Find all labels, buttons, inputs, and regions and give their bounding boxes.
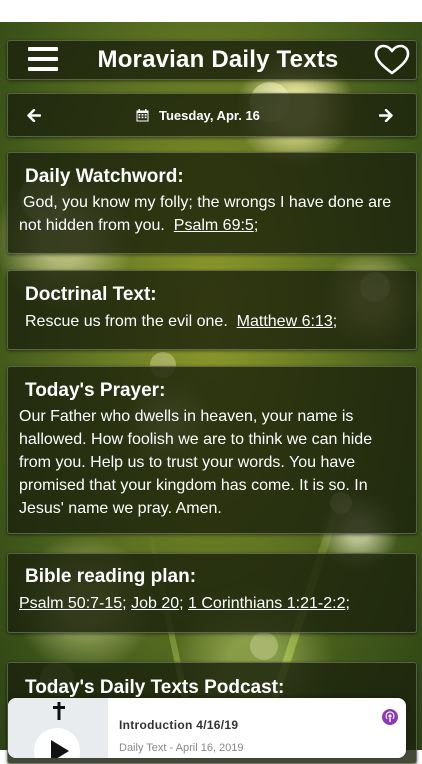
reading-plan-heading: Bible reading plan: xyxy=(25,566,197,587)
doctrinal-card: Doctrinal Text: Rescue us from the evil … xyxy=(7,270,417,350)
menu-icon[interactable] xyxy=(28,46,58,72)
watchword-card: Daily Watchword: God, you know my folly;… xyxy=(7,152,417,254)
arrow-right-icon xyxy=(379,108,393,122)
date-navigation: Tuesday, Apr. 16 xyxy=(7,93,417,137)
reading-link[interactable]: Psalm 50:7-15 xyxy=(19,595,122,612)
prayer-card: Today's Prayer: Our Father who dwells in… xyxy=(7,366,417,534)
previous-day-button[interactable] xyxy=(14,94,54,136)
doctrinal-text: Rescue us from the evil one. Matthew 6:1… xyxy=(25,310,413,333)
podcast-heading: Today's Daily Texts Podcast: xyxy=(25,677,285,698)
watchword-separator: ; xyxy=(253,217,259,234)
play-icon xyxy=(51,740,69,758)
doctrinal-verse: Rescue us from the evil one. xyxy=(25,313,228,330)
date-picker[interactable]: Tuesday, Apr. 16 xyxy=(136,94,260,136)
podcast-player[interactable]: Introduction 4/16/19 Daily Text - April … xyxy=(8,698,406,758)
reading-plan-links: Psalm 50:7-15; Job 20; 1 Corinthians 1:2… xyxy=(19,595,350,612)
watchword-reference-link[interactable]: Psalm 69:5 xyxy=(174,217,254,234)
app-title: Moravian Daily Texts xyxy=(97,46,339,73)
watchword-text: God, you know my folly; the wrongs I hav… xyxy=(19,191,407,237)
episode-subtitle: Daily Text - April 16, 2019 xyxy=(119,742,244,754)
episode-title: Introduction 4/16/19 xyxy=(119,718,239,732)
reading-link[interactable]: 1 Corinthians 1:21-2:2 xyxy=(188,595,345,612)
prayer-heading: Today's Prayer: xyxy=(25,380,166,401)
episode-thumbnail xyxy=(8,698,108,758)
doctrinal-heading: Doctrinal Text: xyxy=(25,284,157,305)
next-day-button[interactable] xyxy=(366,94,406,136)
podcast-icon[interactable] xyxy=(382,709,398,725)
status-bar xyxy=(0,0,422,22)
arrow-left-icon xyxy=(27,108,41,122)
app-header: Moravian Daily Texts xyxy=(7,40,417,80)
calendar-icon xyxy=(136,108,149,121)
doctrinal-reference-link[interactable]: Matthew 6:13 xyxy=(237,313,333,330)
watchword-heading: Daily Watchword: xyxy=(25,166,184,187)
reading-plan-card: Bible reading plan: Psalm 50:7-15; Job 2… xyxy=(7,553,417,633)
heart-icon[interactable] xyxy=(374,44,410,76)
play-button[interactable] xyxy=(34,728,80,758)
doctrinal-separator: ; xyxy=(332,313,338,330)
reading-link[interactable]: Job 20 xyxy=(131,595,179,612)
current-date: Tuesday, Apr. 16 xyxy=(159,107,260,123)
prayer-text: Our Father who dwells in heaven, your na… xyxy=(19,408,373,517)
cross-icon xyxy=(53,702,65,720)
